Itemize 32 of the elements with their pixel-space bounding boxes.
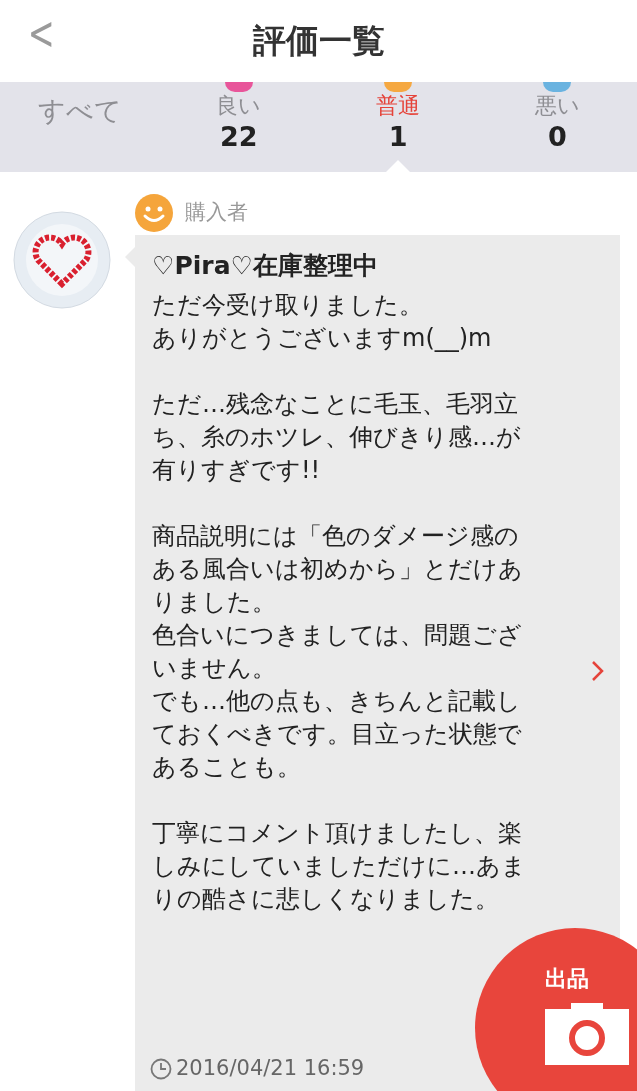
review-text-line: 丁寧にコメント頂けましたし、楽 [152,818,523,849]
selected-notch-icon [386,160,411,172]
review-text-line: ておくべきです。目立った状態で [152,719,523,750]
clock-icon [150,1057,172,1080]
reviewer-name: ♡Pira♡在庫整理中 [152,250,379,282]
sell-button[interactable]: 出品 [475,928,637,1091]
review-text-line: 色合いにつきましては、問題ござ [152,620,523,651]
review-text-line: ただ…残念なことに毛玉、毛羽立 [152,389,519,420]
review-text-line: ある風合いは初めから」とだけあ [152,554,524,585]
rating-tab[interactable]: 悪い 0 [477,82,637,172]
review-text-line: ち、糸のホツレ、伸びきり感…が [152,422,522,453]
review-timestamp: 2016/04/21 16:59 [176,1055,365,1082]
review-text-line: でも…他の点も、きちんと記載し [152,686,522,717]
avatar-icon [11,210,112,310]
review-text-line: いません。 [152,653,277,684]
review-text-line: しみにしていましただけに…あま [152,851,527,882]
page-title: 評価一覧 [252,20,385,63]
review-text-line: りの酷さに悲しくなりました。 [152,884,500,915]
review-text-line: あることも。 [152,752,302,783]
review-text-line: りました。 [152,587,277,618]
review-text-line: ただ今受け取りました。 [152,290,424,321]
review-text-line: 商品説明には「色のダメージ感の [152,521,520,552]
rating-count: 22 [220,119,258,154]
review-text-line: ありがとうございますm(__)m [152,323,493,354]
camera-icon [545,1001,629,1065]
review-text-line: 有りすぎです!! [152,455,322,486]
rating-tab[interactable]: 普通 1 [318,82,478,172]
rating-count: 0 [547,119,567,154]
rating-tab[interactable]: 良い 22 [159,82,319,172]
reviewer-role: 購入者 [185,199,248,227]
chevron-right-icon[interactable] [591,660,605,682]
rating-count: 1 [388,119,408,154]
